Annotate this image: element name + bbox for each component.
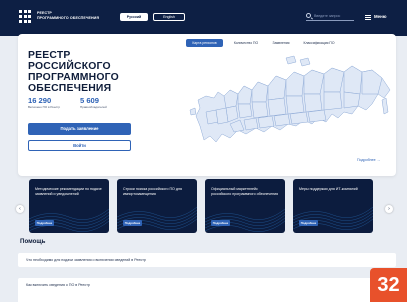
top-header: РЕЕСТР ПРОГРАММНОГО ОБЕСПЕЧЕНИЯ Русский … [0, 0, 407, 36]
faq-item[interactable]: Что необходимо для подачи заявления о вк… [18, 253, 396, 267]
submit-application-button[interactable]: Подать заявление [28, 123, 131, 135]
hero-title-line: ОБЕСПЕЧЕНИЯ [28, 83, 112, 94]
login-button[interactable]: Войти [28, 140, 131, 151]
faq-question: Как включить сведения о ПО в Реестр [26, 283, 90, 287]
map-region [323, 91, 343, 111]
map-region [243, 117, 259, 131]
lang-russian-button[interactable]: Русский [120, 13, 148, 21]
map-region [273, 113, 291, 127]
stat-rightholders-count: 5 609 Правообладателей [80, 96, 107, 109]
hero-title-line: РЕЕСТР [28, 50, 71, 61]
russia-regions-map[interactable] [186, 52, 396, 160]
stat-value: 5 609 [80, 96, 100, 105]
card-more-button[interactable]: Подробнее [211, 220, 230, 226]
map-region [251, 81, 269, 103]
map-region [267, 97, 287, 117]
faq-item[interactable]: Как включить сведения о ПО в Реестр [18, 278, 396, 302]
map-region [299, 57, 311, 67]
chevron-left-icon: ‹ [19, 206, 21, 212]
map-region [223, 89, 239, 109]
carousel-card[interactable]: Методические рекомендации по подаче заяв… [29, 179, 109, 233]
card-text: Строки поиска российского ПО для импорто… [123, 187, 182, 196]
search-input[interactable] [314, 12, 354, 20]
search-icon[interactable] [306, 13, 311, 18]
map-region [251, 101, 269, 119]
map-region [285, 71, 305, 97]
hero-card: РЕЕСТР РОССИЙСКОГО ПРОГРАММНОГО ОБЕСПЕЧЕ… [18, 34, 396, 176]
tab-regions-map[interactable]: Карта регионов [186, 39, 223, 47]
map-region [381, 97, 389, 115]
news-carousel: Методические рекомендации по подаче заяв… [18, 179, 396, 233]
map-region [237, 103, 253, 119]
stat-software-count: 16 290 Включено ПО в Реестр [28, 96, 60, 109]
page-number-badge: 32 [370, 268, 407, 302]
hero-title-line: РОССИЙСКОГО [28, 61, 111, 72]
stat-value: 16 290 [28, 96, 52, 105]
stat-label: Правообладателей [80, 105, 107, 109]
card-more-button[interactable]: Подробнее [299, 220, 318, 226]
logo-line-2: ПРОГРАММНОГО ОБЕСПЕЧЕНИЯ [37, 15, 100, 20]
map-region [189, 107, 197, 116]
map-region [257, 115, 275, 129]
map-region [343, 65, 363, 95]
faq-question: Что необходимо для подачи заявления о вк… [26, 258, 146, 262]
map-region [285, 95, 305, 115]
carousel-card[interactable]: Меры поддержки для ИТ-компаний Подробнее [293, 179, 373, 233]
carousel-prev-button[interactable]: ‹ [16, 205, 24, 213]
map-region [285, 55, 297, 65]
card-text: Меры поддержки для ИТ-компаний [299, 187, 358, 191]
hero-title: РЕЕСТР РОССИЙСКОГО ПРОГРАММНОГО ОБЕСПЕЧЕ… [28, 50, 138, 94]
registry-logo-icon[interactable] [19, 10, 31, 23]
map-more-link[interactable]: Подробнее → [357, 157, 380, 163]
map-region [307, 109, 327, 123]
map-region [237, 85, 253, 105]
card-more-button[interactable]: Подробнее [35, 220, 54, 226]
map-region [289, 111, 309, 125]
tab-software-count[interactable]: Количество ПО [227, 39, 265, 47]
help-section-title: Помощь [20, 238, 46, 245]
card-text: Официальный маркетплейс российского прог… [211, 187, 279, 196]
map-region [267, 75, 287, 101]
map-region [361, 69, 383, 95]
logo-title[interactable]: РЕЕСТР ПРОГРАММНОГО ОБЕСПЕЧЕНИЯ [37, 11, 112, 20]
hero-title-line: ПРОГРАММНОГО [28, 72, 119, 83]
search-box[interactable] [306, 12, 354, 21]
tab-applications[interactable]: Заявления [269, 39, 293, 47]
menu-label: Меню [374, 14, 387, 19]
map-region [215, 107, 229, 125]
chevron-right-icon: › [388, 206, 390, 212]
card-more-button[interactable]: Подробнее [123, 220, 142, 226]
stat-label: Включено ПО в Реестр [28, 105, 61, 109]
map-region [303, 93, 323, 113]
carousel-card[interactable]: Строки поиска российского ПО для импорто… [117, 179, 197, 233]
hamburger-icon [365, 14, 371, 20]
lang-english-button[interactable]: English [153, 13, 185, 21]
carousel-card[interactable]: Официальный маркетплейс российского прог… [205, 179, 285, 233]
carousel-next-button[interactable]: › [385, 205, 393, 213]
card-text: Методические рекомендации по подаче заяв… [35, 187, 102, 196]
map-region [343, 91, 361, 109]
tab-classification[interactable]: Классификация ПО [297, 39, 341, 47]
